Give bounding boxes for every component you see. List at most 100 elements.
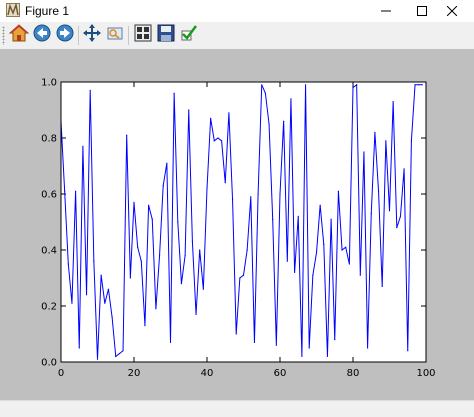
data-point xyxy=(348,263,350,265)
data-point xyxy=(250,196,252,198)
data-point xyxy=(283,120,285,122)
data-point xyxy=(312,274,314,276)
data-point xyxy=(191,241,193,243)
data-point xyxy=(399,215,402,217)
data-point xyxy=(315,252,318,254)
data-point xyxy=(148,204,150,206)
toolbar-separator xyxy=(128,26,129,45)
data-point xyxy=(217,137,219,139)
back-button[interactable] xyxy=(31,23,52,48)
home-button[interactable] xyxy=(8,23,29,48)
save-button[interactable] xyxy=(155,23,176,48)
data-point xyxy=(133,201,135,203)
data-point xyxy=(231,199,234,201)
data-point xyxy=(75,190,77,192)
close-button[interactable] xyxy=(430,0,474,22)
data-point xyxy=(155,308,157,310)
data-point xyxy=(107,288,110,290)
y-tick-label: 0.6 xyxy=(41,190,57,201)
data-point xyxy=(290,98,292,100)
data-point xyxy=(359,274,361,276)
data-point xyxy=(304,84,307,86)
data-point xyxy=(319,204,321,206)
data-point xyxy=(392,101,394,103)
back-arrow-icon xyxy=(32,23,52,48)
data-point xyxy=(385,140,387,142)
y-tick-label: 1.0 xyxy=(41,78,57,89)
data-point xyxy=(93,260,95,262)
data-point xyxy=(104,302,106,304)
data-point xyxy=(308,347,310,349)
data-point xyxy=(100,274,102,276)
data-point xyxy=(377,190,380,192)
data-point xyxy=(388,210,391,212)
data-point xyxy=(85,294,88,296)
data-point xyxy=(239,277,241,279)
edit-parameters-button[interactable] xyxy=(178,25,199,46)
data-point xyxy=(210,117,212,119)
toolbar-separator xyxy=(78,26,79,45)
data-point xyxy=(374,131,376,133)
y-tick-label: 0.8 xyxy=(41,134,57,145)
data-point xyxy=(301,355,303,357)
pan-button[interactable] xyxy=(81,24,102,46)
data-point xyxy=(246,249,248,251)
data-point xyxy=(188,109,190,111)
data-point xyxy=(180,283,183,285)
title-bar: Figure 1 xyxy=(0,0,474,22)
status-bar xyxy=(0,400,474,417)
data-point xyxy=(261,84,263,86)
data-point xyxy=(221,140,223,142)
forward-arrow-icon xyxy=(55,23,75,48)
home-icon xyxy=(8,23,29,48)
data-point xyxy=(264,92,266,94)
data-point xyxy=(144,325,146,327)
matplotlib-app-icon xyxy=(6,2,20,17)
line-plot[interactable]: 0 20 40 60 80 100 0.0 0.2 0.4 0.6 0.8 1.0 xyxy=(0,49,474,400)
zoom-rect-icon xyxy=(105,23,125,48)
data-point xyxy=(235,333,237,335)
data-point xyxy=(275,344,277,346)
zoom-button[interactable] xyxy=(104,25,125,46)
subplots-button[interactable] xyxy=(132,23,153,48)
data-point xyxy=(356,84,358,86)
data-point xyxy=(206,187,208,189)
data-point xyxy=(115,355,117,357)
checkmark-icon xyxy=(179,23,199,48)
data-point xyxy=(242,274,245,276)
data-point xyxy=(82,145,84,147)
data-point xyxy=(367,347,369,349)
data-point xyxy=(158,255,161,257)
x-tick-label: 20 xyxy=(128,368,141,379)
data-point xyxy=(421,84,423,86)
toolbar-grip[interactable] xyxy=(2,26,5,45)
floppy-disk-icon xyxy=(156,23,176,48)
x-tick-label: 80 xyxy=(347,368,360,379)
data-point xyxy=(111,316,113,318)
data-point xyxy=(326,355,329,357)
data-point xyxy=(418,84,420,86)
data-point xyxy=(257,193,259,195)
data-point xyxy=(352,87,354,89)
data-point xyxy=(381,285,383,287)
data-point xyxy=(286,260,288,262)
figure-canvas[interactable]: 0 20 40 60 80 100 0.0 0.2 0.4 0.6 0.8 1.0 xyxy=(0,49,474,400)
subplots-icon xyxy=(133,23,153,48)
data-point xyxy=(403,168,405,170)
y-tick-label: 0.4 xyxy=(41,246,57,257)
data-point xyxy=(407,350,409,352)
data-point xyxy=(323,243,325,245)
x-tick-label: 0 xyxy=(58,368,64,379)
data-point xyxy=(202,288,204,290)
forward-button[interactable] xyxy=(54,23,75,48)
data-point xyxy=(345,246,347,248)
close-icon xyxy=(447,6,457,16)
data-point xyxy=(64,190,66,192)
data-point xyxy=(177,221,179,223)
data-point xyxy=(213,140,215,142)
data-point xyxy=(341,249,343,251)
y-tick-label: 0.0 xyxy=(41,358,57,369)
data-point xyxy=(410,140,412,142)
data-point xyxy=(253,341,256,343)
data-point xyxy=(89,89,91,91)
